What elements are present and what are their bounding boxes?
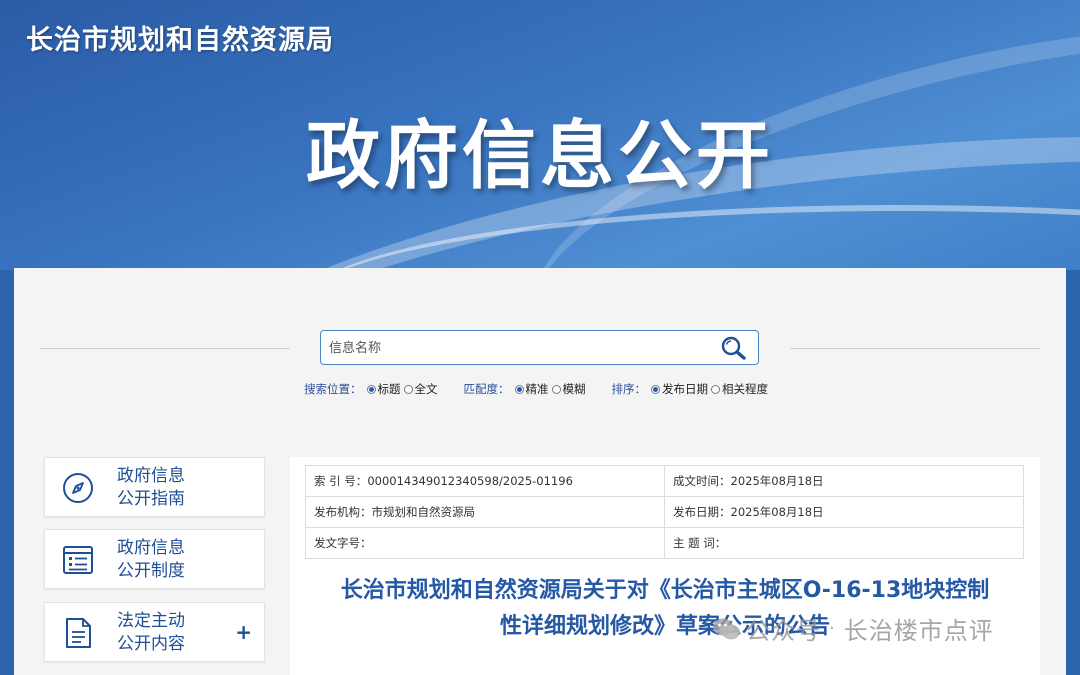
- match-fuzzy-label[interactable]: 模糊: [563, 381, 586, 397]
- index-number-label: 索 引 号：: [314, 474, 368, 488]
- sidebar-item-system[interactable]: 政府信息 公开制度: [44, 529, 265, 589]
- document-icon: [66, 618, 91, 648]
- sidebar-label-line: 公开制度: [117, 561, 185, 581]
- table-row: 发文字号： 主 题 词：: [305, 527, 1024, 559]
- created-date-label: 成文时间：: [673, 474, 731, 488]
- sort-relevance-label[interactable]: 相关程度: [722, 381, 768, 397]
- doc-number-label: 发文字号：: [314, 536, 372, 550]
- sidebar-label-line: 公开内容: [117, 634, 185, 654]
- publisher-label: 发布机构：: [314, 505, 372, 519]
- sort-date-radio[interactable]: [651, 384, 660, 394]
- sidebar-item-label: 政府信息 公开制度: [117, 537, 227, 583]
- expand-plus-icon[interactable]: +: [235, 620, 252, 644]
- sort-group: 排序： 发布日期 相关程度: [612, 381, 769, 397]
- scope-fulltext-label[interactable]: 全文: [415, 381, 438, 397]
- publish-date-cell: 发布日期：2025年08月18日: [664, 496, 1024, 528]
- table-row: 索 引 号：000014349012340598/2025-01196 成文时间…: [305, 465, 1024, 497]
- search-input[interactable]: [329, 337, 709, 359]
- publisher-value: 市规划和自然资源局: [371, 505, 476, 519]
- match-label: 匹配度：: [463, 382, 510, 396]
- index-number-cell: 索 引 号：000014349012340598/2025-01196: [305, 465, 665, 497]
- table-row: 发布机构：市规划和自然资源局 发布日期：2025年08月18日: [305, 496, 1024, 528]
- sidebar-item-guide[interactable]: 政府信息 公开指南: [44, 457, 265, 517]
- scope-title-radio[interactable]: [366, 384, 376, 394]
- metadata-table: 索 引 号：000014349012340598/2025-01196 成文时间…: [305, 465, 1024, 559]
- search-scope-label: 搜索位置：: [304, 382, 362, 396]
- watermark-prefix: 公众号: [746, 617, 821, 645]
- banner-title: 政府信息公开: [306, 113, 774, 199]
- search-options: 搜索位置： 标题 全文 匹配度： 精准 模糊 排序： 发布日期 相关程度: [304, 381, 794, 397]
- match-exact-radio[interactable]: [514, 384, 524, 394]
- watermark-account: 长治楼市点评: [843, 617, 994, 645]
- match-group: 匹配度： 精准 模糊: [464, 381, 586, 397]
- sort-relevance-radio[interactable]: [711, 384, 720, 394]
- sidebar-item-label: 法定主动 公开内容: [117, 610, 227, 656]
- search-scope-group: 搜索位置： 标题 全文: [304, 381, 438, 397]
- sidebar-label-line: 法定主动: [117, 611, 185, 631]
- sort-date-label[interactable]: 发布日期: [662, 381, 708, 397]
- keywords-cell: 主 题 词：: [664, 527, 1024, 559]
- search-icon[interactable]: [720, 335, 748, 361]
- watermark-separator: ·: [829, 618, 836, 639]
- created-date-value: 2025年08月18日: [730, 474, 824, 488]
- index-number-value: 000014349012340598/2025-01196: [367, 474, 573, 488]
- publish-date-value: 2025年08月18日: [730, 505, 824, 519]
- watermark: 公众号 · 长治楼市点评: [712, 611, 994, 646]
- match-exact-label[interactable]: 精准: [526, 381, 549, 397]
- document-list-icon: [63, 546, 93, 574]
- publisher-cell: 发布机构：市规划和自然资源局: [305, 496, 665, 528]
- created-date-cell: 成文时间：2025年08月18日: [664, 465, 1024, 497]
- divider-right: [790, 348, 1040, 349]
- match-fuzzy-radio[interactable]: [551, 384, 561, 394]
- sidebar-label-line: 政府信息: [117, 466, 185, 486]
- divider-left: [40, 348, 290, 349]
- sidebar-item-content[interactable]: 法定主动 公开内容 +: [44, 602, 265, 662]
- doc-number-cell: 发文字号：: [305, 527, 665, 559]
- compass-icon: [63, 473, 93, 503]
- search-box: [320, 330, 759, 365]
- sidebar-item-label: 政府信息 公开指南: [117, 465, 227, 511]
- keywords-label: 主 题 词：: [673, 536, 727, 550]
- wechat-icon: [713, 618, 740, 639]
- org-name[interactable]: 长治市规划和自然资源局: [26, 18, 334, 57]
- sidebar-label-line: 公开指南: [117, 489, 185, 509]
- sidebar-label-line: 政府信息: [117, 538, 185, 558]
- header-banner: 长治市规划和自然资源局 政府信息公开: [0, 0, 1080, 270]
- scope-title-label[interactable]: 标题: [378, 381, 401, 397]
- scope-fulltext-radio[interactable]: [403, 384, 413, 394]
- sort-label: 排序：: [611, 382, 647, 396]
- document-title-line: 长治市规划和自然资源局关于对《长治市主城区O-16-13地块控制: [340, 578, 990, 603]
- publish-date-label: 发布日期：: [673, 505, 731, 519]
